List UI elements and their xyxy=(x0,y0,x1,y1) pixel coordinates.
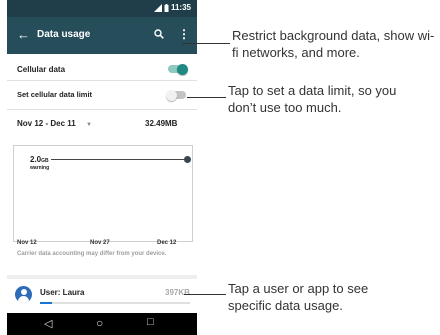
nav-back-button[interactable]: ◁ xyxy=(44,317,52,330)
usage-chart[interactable]: 2.0GB warning xyxy=(13,145,193,242)
warning-handle[interactable] xyxy=(184,156,191,163)
set-limit-label: Set cellular data limit xyxy=(17,90,93,99)
callout-limit: Tap to set a data limit, so you don’t us… xyxy=(228,83,397,115)
cycle-range: Nov 12 - Dec 11 xyxy=(17,119,76,128)
warning-value: 2.0GB xyxy=(30,155,49,164)
arrow-back-icon[interactable]: ← xyxy=(17,27,30,42)
search-icon[interactable] xyxy=(154,29,164,39)
status-time: 11:35 xyxy=(170,3,191,12)
dropdown-arrow-icon: ▼ xyxy=(85,122,92,128)
user-amount: 397KB xyxy=(165,288,190,297)
cellular-data-label: Cellular data xyxy=(17,65,66,74)
callout-restrict: Restrict background data, show wi-fi net… xyxy=(232,28,435,60)
nav-recents-button[interactable]: □ xyxy=(147,316,154,328)
divider xyxy=(7,109,197,110)
chart-tick: Dec 12 xyxy=(157,240,177,246)
page-title: Data usage xyxy=(37,29,91,40)
nav-home-button[interactable]: ○ xyxy=(96,316,103,330)
phone-screen: 11:35 ← Data usage ⋮ Cellular data Set c… xyxy=(7,0,197,335)
cycle-total: 32.49MB xyxy=(145,119,178,128)
callout-line xyxy=(182,43,230,44)
user-row[interactable]: User: Laura 397KB xyxy=(7,279,197,313)
signal-icon xyxy=(153,3,162,12)
avatar xyxy=(15,286,32,303)
callout-line xyxy=(184,294,226,295)
callout-line xyxy=(187,97,226,98)
user-label: User: Laura xyxy=(40,288,85,297)
divider xyxy=(7,80,197,81)
chart-tick: Nov 27 xyxy=(90,240,110,246)
usage-bar xyxy=(40,302,190,304)
more-vert-icon[interactable]: ⋮ xyxy=(178,28,190,40)
app-bar: ← Data usage ⋮ xyxy=(7,17,197,54)
chart-tick: Nov 12 xyxy=(17,240,37,246)
carrier-note: Carrier data accounting may differ from … xyxy=(17,251,167,257)
callout-user: Tap a user or app to see specific data u… xyxy=(228,281,369,313)
warning-line[interactable] xyxy=(51,159,185,160)
warning-label: warning xyxy=(30,165,50,171)
navigation-bar: ◁ ○ □ xyxy=(7,313,197,335)
cycle-dropdown[interactable]: Nov 12 - Dec 11 ▼ xyxy=(17,119,92,128)
battery-icon xyxy=(164,3,169,12)
status-bar: 11:35 xyxy=(7,0,197,17)
